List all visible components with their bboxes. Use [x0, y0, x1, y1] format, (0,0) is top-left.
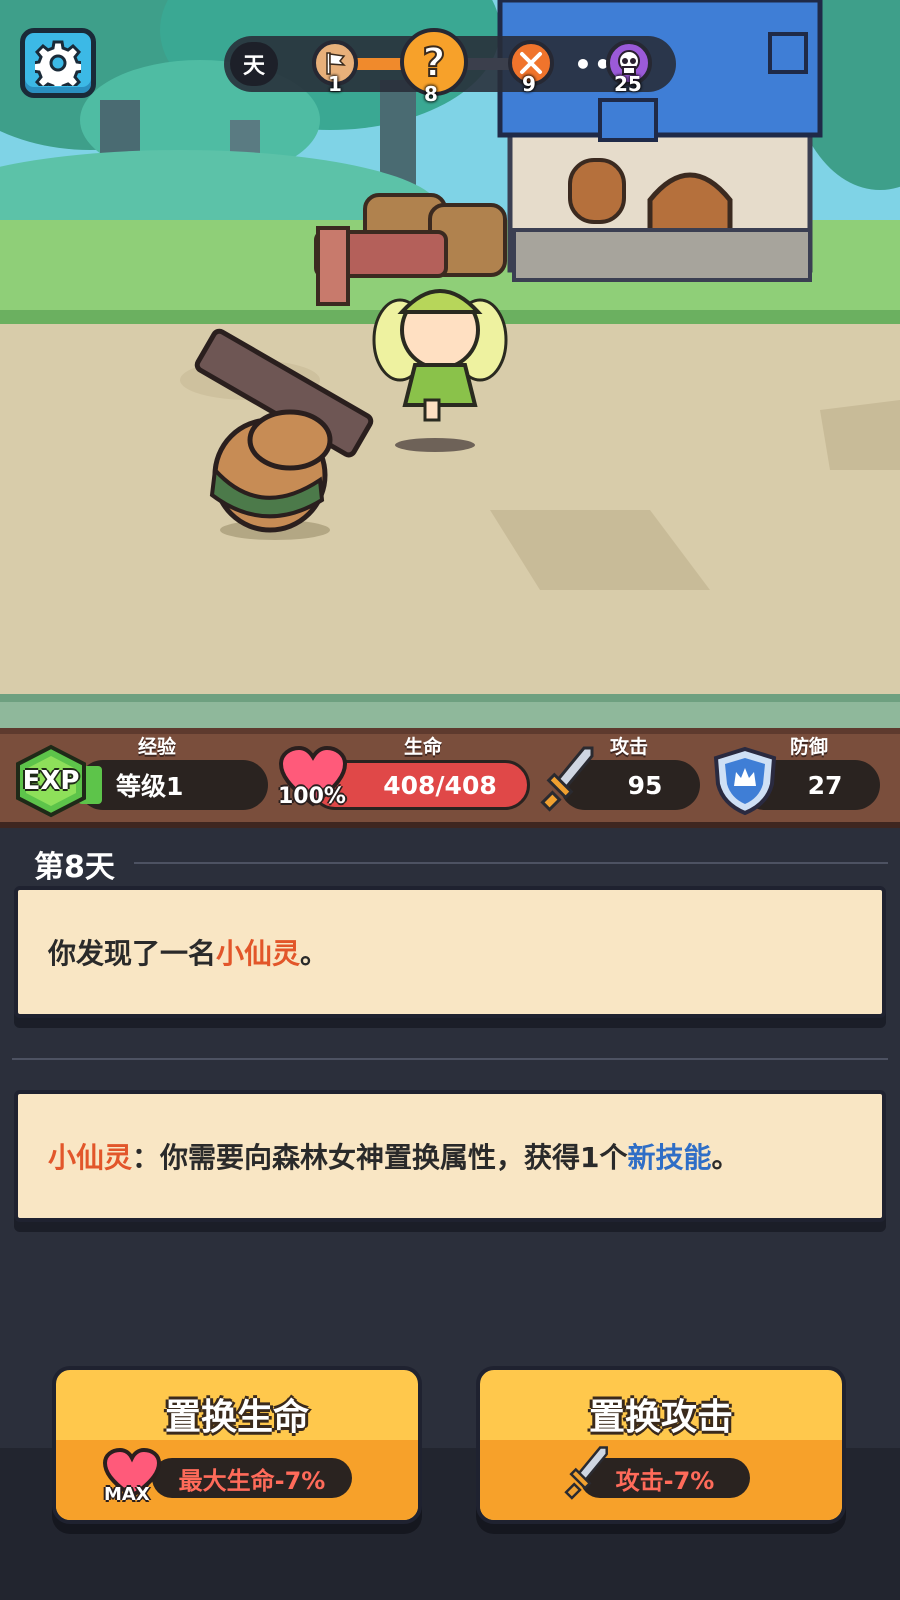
stats-bar: 等级1 经验 EXP 408/408 生命 100% 95 攻击 27 防御	[0, 728, 900, 828]
question-icon: ?	[421, 40, 446, 84]
exp-label: 经验	[138, 736, 177, 758]
section-divider	[12, 1058, 888, 1060]
scene-background	[0, 0, 900, 728]
swap-attack-title: 置换攻击	[588, 1397, 733, 1438]
hp-percent: 100%	[278, 784, 346, 809]
swap-hp-button[interactable]: 置换生命 最大生命-7% MAX	[52, 1366, 422, 1524]
exp-badge: EXP	[14, 744, 88, 818]
settings-button[interactable]	[20, 28, 96, 98]
exp-pill: 等级1	[78, 760, 268, 810]
sword-icon	[540, 746, 594, 812]
level-value: 等级1	[116, 772, 184, 801]
dialogue-text-2: 。	[711, 1141, 740, 1174]
swap-hp-title: 置换生命	[164, 1397, 309, 1438]
day-progress-bar: 天 1 ? 8 9 ••• 25	[224, 28, 676, 106]
day-title-divider	[134, 862, 888, 864]
event-log: 第8天 你发现了一名小仙灵。 小仙灵：你需要向森林女神置换属性，获得1个新技能。	[0, 828, 900, 1448]
svg-text:?: ?	[422, 40, 445, 84]
event-text-discover: 你发现了一名小仙灵。	[48, 932, 328, 972]
gear-icon	[35, 40, 81, 86]
attack-sword-icon	[564, 1446, 608, 1500]
dialogue-speaker: 小仙灵	[48, 1141, 133, 1174]
dialogue-text-1: ：你需要向森林女神置换属性，获得1个	[132, 1141, 628, 1174]
node-battle-number: 9	[522, 72, 536, 96]
day-title: 第8天	[34, 850, 115, 885]
attack-label: 攻击	[610, 736, 649, 758]
swap-hp-effect: 最大生命-7%	[152, 1458, 352, 1498]
swap-attack-button[interactable]: 置换攻击 攻击-7%	[476, 1366, 846, 1524]
node-question-number: 8	[424, 82, 438, 106]
node-boss-number: 25	[614, 72, 642, 96]
event1-pre: 你发现了一名	[48, 937, 217, 970]
node-flag-number: 1	[328, 72, 342, 96]
event-card-dialogue: 小仙灵：你需要向森林女神置换属性，获得1个新技能。	[14, 1090, 886, 1222]
dialogue-skill-link: 新技能	[627, 1141, 712, 1174]
hp-label: 生命	[404, 736, 443, 758]
defense-label: 防御	[790, 736, 829, 758]
hp-value: 408/408	[383, 770, 497, 800]
battle-scene: 天 1 ? 8 9 ••• 25	[0, 0, 900, 728]
defense-value: 27	[807, 770, 843, 800]
attack-value: 95	[627, 770, 663, 800]
event-text-dialogue: 小仙灵：你需要向森林女神置换属性，获得1个新技能。	[48, 1136, 740, 1176]
day-chip: 天	[230, 42, 278, 86]
event-card-discover: 你发现了一名小仙灵。	[14, 886, 886, 1018]
shield-icon	[713, 746, 777, 816]
event1-post: 。	[300, 937, 329, 970]
exp-badge-text: EXP	[22, 766, 80, 796]
event1-npc-name: 小仙灵	[216, 937, 301, 970]
max-badge: MAX	[104, 1484, 150, 1505]
